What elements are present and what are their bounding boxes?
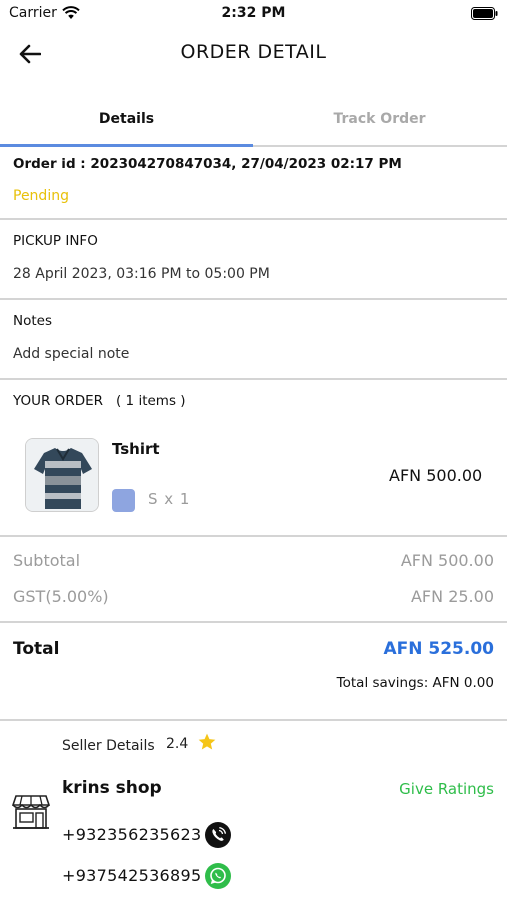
tab-details[interactable]: Details [0, 90, 253, 147]
whatsapp-icon[interactable] [205, 863, 231, 889]
gst-label: GST(5.00%) [13, 587, 109, 606]
star-icon [198, 733, 216, 750]
shop-name: krins shop [62, 778, 162, 798]
product-variant: S x 1 [148, 490, 191, 508]
product-image[interactable] [25, 438, 99, 512]
page-title: ORDER DETAIL [180, 41, 327, 63]
tshirt-image [26, 439, 98, 511]
your-order-section: YOUR ORDER ( 1 items ) Tshirt S x 1 AFN … [0, 380, 507, 537]
total-section: Total AFN 525.00 Total savings: AFN 0.00 [0, 623, 507, 721]
tab-track-order[interactable]: Track Order [253, 90, 506, 147]
order-info-section: Order id : 202304270847034, 27/04/2023 0… [0, 147, 507, 220]
shop-icon [12, 795, 50, 829]
tab-bar: Details Track Order [0, 90, 507, 147]
total-label: Total [13, 639, 60, 659]
pickup-info-section: PICKUP INFO 28 April 2023, 03:16 PM to 0… [0, 220, 507, 300]
header: ORDER DETAIL [0, 28, 507, 80]
give-ratings-button[interactable]: Give Ratings [399, 780, 494, 798]
seller-section: Seller Details 2.4 krins shop Give Ratin… [0, 722, 507, 900]
battery-icon [471, 7, 498, 20]
total-savings: Total savings: AFN 0.00 [336, 675, 494, 691]
phone-number-whatsapp[interactable]: +937542536895 [62, 866, 201, 885]
notes-heading: Notes [13, 313, 52, 329]
pickup-heading: PICKUP INFO [13, 233, 98, 249]
pickup-time: 28 April 2023, 03:16 PM to 05:00 PM [13, 266, 270, 282]
your-order-heading: YOUR ORDER [13, 393, 103, 409]
phone-number-call[interactable]: +932356235623 [62, 825, 201, 844]
order-id: Order id : 202304270847034, 27/04/2023 0… [13, 156, 402, 172]
notes-section: Notes Add special note [0, 300, 507, 380]
subtotal-label: Subtotal [13, 551, 81, 570]
gst-value: AFN 25.00 [410, 587, 494, 606]
seller-details-label: Seller Details [62, 738, 155, 754]
status-badge: Pending [13, 188, 69, 204]
summary-section: Subtotal AFN 500.00 GST(5.00%) AFN 25.00 [0, 537, 507, 623]
color-swatch [112, 489, 135, 512]
items-count: ( 1 items ) [116, 393, 186, 409]
product-price: AFN 500.00 [389, 466, 483, 485]
subtotal-value: AFN 500.00 [400, 551, 494, 570]
seller-rating: 2.4 [166, 736, 189, 752]
notes-input[interactable]: Add special note [13, 346, 129, 362]
product-name: Tshirt [112, 440, 160, 458]
phone-call-icon[interactable] [205, 822, 231, 848]
clock: 2:32 PM [221, 5, 286, 21]
total-value: AFN 525.00 [383, 639, 494, 659]
status-bar: Carrier 2:32 PM [0, 0, 507, 28]
